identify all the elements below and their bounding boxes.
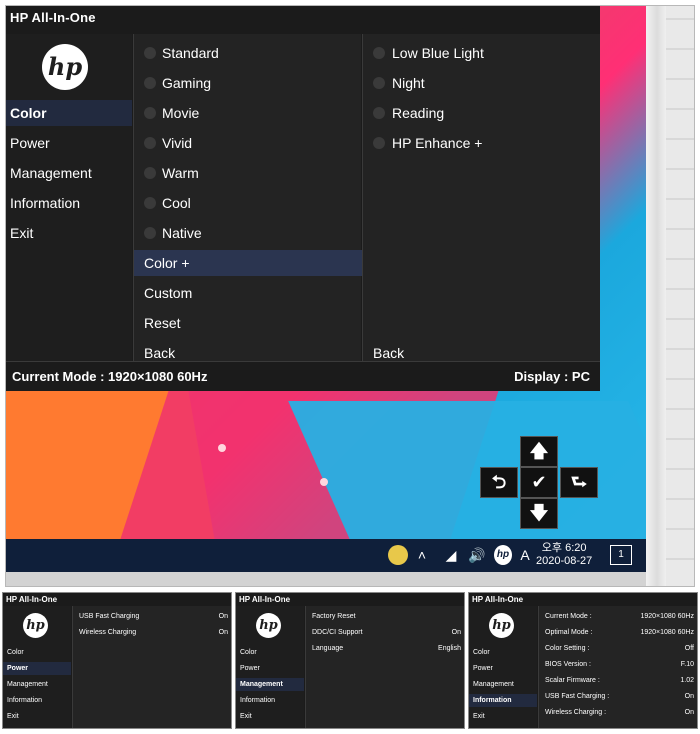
option-native[interactable]: Native bbox=[134, 220, 362, 246]
speaker-icon[interactable]: 🔊 bbox=[468, 545, 486, 565]
menu-item-information[interactable]: Information bbox=[469, 694, 537, 707]
menu-item-information[interactable]: Information bbox=[6, 190, 132, 216]
osd-title: HP All-In-One bbox=[10, 10, 96, 25]
radio-icon bbox=[373, 77, 385, 89]
hp-logo: hp bbox=[42, 44, 88, 90]
main-photo: HP All-In-One hp Color Power Management … bbox=[5, 5, 695, 587]
radio-icon bbox=[144, 77, 156, 89]
wifi-icon[interactable]: ◢ bbox=[442, 545, 460, 565]
menu-item-power[interactable]: Power bbox=[236, 662, 304, 675]
menu-item-exit[interactable]: Exit bbox=[3, 710, 71, 723]
menu-item-color[interactable]: Color bbox=[469, 646, 537, 659]
color-options: Standard Gaming Movie Vivid Warm Cool Na… bbox=[133, 34, 362, 361]
menu-item-exit[interactable]: Exit bbox=[236, 710, 304, 723]
radio-icon bbox=[373, 137, 385, 149]
thumbnail-power: HP All-In-One hp Color Power Management … bbox=[2, 592, 232, 729]
notification-icon[interactable]: 1 bbox=[610, 545, 632, 565]
ime-indicator[interactable]: A bbox=[518, 545, 532, 565]
menu-item-color[interactable]: Color bbox=[6, 100, 132, 126]
menu-item-color[interactable]: Color bbox=[236, 646, 304, 659]
radio-icon bbox=[144, 167, 156, 179]
enter-icon[interactable]: ⮑ bbox=[560, 467, 598, 498]
menu-item-management[interactable]: Management bbox=[6, 160, 132, 186]
monitor-screen: HP All-In-One hp Color Power Management … bbox=[6, 6, 646, 572]
arrow-up-icon[interactable]: 🡅 bbox=[520, 436, 558, 467]
thumbnail-management: HP All-In-One hp Color Power Management … bbox=[235, 592, 465, 729]
menu-item-exit[interactable]: Exit bbox=[469, 710, 537, 723]
radio-icon bbox=[373, 47, 385, 59]
hp-logo: hp bbox=[23, 613, 48, 638]
return-icon[interactable]: ⮌ bbox=[480, 467, 518, 498]
option-low-blue-light[interactable]: Low Blue Light bbox=[363, 40, 601, 66]
menu-item-management[interactable]: Management bbox=[236, 678, 304, 691]
display-source: Display : PC bbox=[514, 369, 590, 384]
menu-item-management[interactable]: Management bbox=[469, 678, 537, 691]
arrow-down-icon[interactable]: 🡇 bbox=[520, 498, 558, 529]
list-item[interactable]: Language English bbox=[306, 642, 464, 656]
taskbar-clock[interactable]: 오후 6:20 2020-08-27 bbox=[536, 542, 592, 568]
option-vivid[interactable]: Vivid bbox=[134, 130, 362, 156]
menu-item-exit[interactable]: Exit bbox=[6, 220, 132, 246]
clock-date: 2020-08-27 bbox=[536, 555, 593, 567]
weather-icon[interactable] bbox=[388, 545, 408, 565]
menu-item-information[interactable]: Information bbox=[236, 694, 304, 707]
info-row: Wireless Charging : On bbox=[545, 709, 694, 716]
list-item[interactable]: Wireless Charging On bbox=[73, 626, 231, 640]
clock-time: 오후 6:20 bbox=[541, 542, 587, 554]
radio-icon bbox=[144, 197, 156, 209]
color-plus-options: Low Blue Light Night Reading HP Enhance … bbox=[362, 34, 600, 361]
wall-tiles bbox=[666, 6, 694, 586]
option-cool[interactable]: Cool bbox=[134, 190, 362, 216]
option-night[interactable]: Night bbox=[363, 70, 601, 96]
list-item[interactable]: DDC/CI Support On bbox=[306, 626, 464, 640]
hp-tray-icon[interactable]: hp bbox=[494, 545, 512, 565]
list-item[interactable]: USB Fast Charging On bbox=[73, 610, 231, 624]
menu-item-information[interactable]: Information bbox=[3, 694, 71, 707]
option-custom[interactable]: Custom bbox=[134, 280, 362, 306]
hp-logo: hp bbox=[489, 613, 514, 638]
info-row: BIOS Version : F.10 bbox=[545, 661, 694, 668]
hp-logo: hp bbox=[256, 613, 281, 638]
info-row: USB Fast Charging : On bbox=[545, 693, 694, 700]
option-movie[interactable]: Movie bbox=[134, 100, 362, 126]
menu-item-color[interactable]: Color bbox=[3, 646, 71, 659]
option-hp-enhance[interactable]: HP Enhance + bbox=[363, 130, 601, 156]
monitor-bezel bbox=[646, 6, 668, 586]
menu-item-management[interactable]: Management bbox=[3, 678, 71, 691]
info-row: Scalar Firmware :1.02 bbox=[545, 677, 694, 684]
radio-icon bbox=[373, 107, 385, 119]
menu-item-power[interactable]: Power bbox=[469, 662, 537, 675]
radio-icon bbox=[144, 47, 156, 59]
option-reading[interactable]: Reading bbox=[363, 100, 601, 126]
info-row: Optimal Mode :1920×1080 60Hz bbox=[545, 629, 694, 636]
option-gaming[interactable]: Gaming bbox=[134, 70, 362, 96]
menu-item-power[interactable]: Power bbox=[3, 662, 71, 675]
option-standard[interactable]: Standard bbox=[134, 40, 362, 66]
main-menu: hp Color Power Management Information Ex… bbox=[6, 34, 132, 361]
list-item[interactable]: Factory Reset bbox=[306, 610, 464, 624]
current-mode: Current Mode : 1920×1080 60Hz bbox=[12, 369, 208, 384]
option-reset[interactable]: Reset bbox=[134, 310, 362, 336]
osd-menu: HP All-In-One hp Color Power Management … bbox=[6, 6, 600, 391]
radio-icon bbox=[144, 227, 156, 239]
taskbar: ˄ ◢ 🔊 hp A 오후 6:20 2020-08-27 1 bbox=[6, 539, 646, 572]
check-icon[interactable]: ✔ bbox=[520, 467, 558, 498]
menu-item-power[interactable]: Power bbox=[6, 130, 132, 156]
radio-icon bbox=[144, 107, 156, 119]
thumbnail-information: HP All-In-One hp Color Power Management … bbox=[468, 592, 698, 729]
option-warm[interactable]: Warm bbox=[134, 160, 362, 186]
info-row: Current Mode :1920×1080 60Hz bbox=[545, 613, 694, 620]
radio-icon bbox=[144, 137, 156, 149]
option-color-plus[interactable]: Color + bbox=[134, 250, 362, 276]
osd-status-bar: Current Mode : 1920×1080 60Hz Display : … bbox=[6, 361, 600, 391]
chevron-up-icon[interactable]: ˄ bbox=[414, 545, 430, 565]
info-row: Color Setting : Off bbox=[545, 645, 694, 652]
